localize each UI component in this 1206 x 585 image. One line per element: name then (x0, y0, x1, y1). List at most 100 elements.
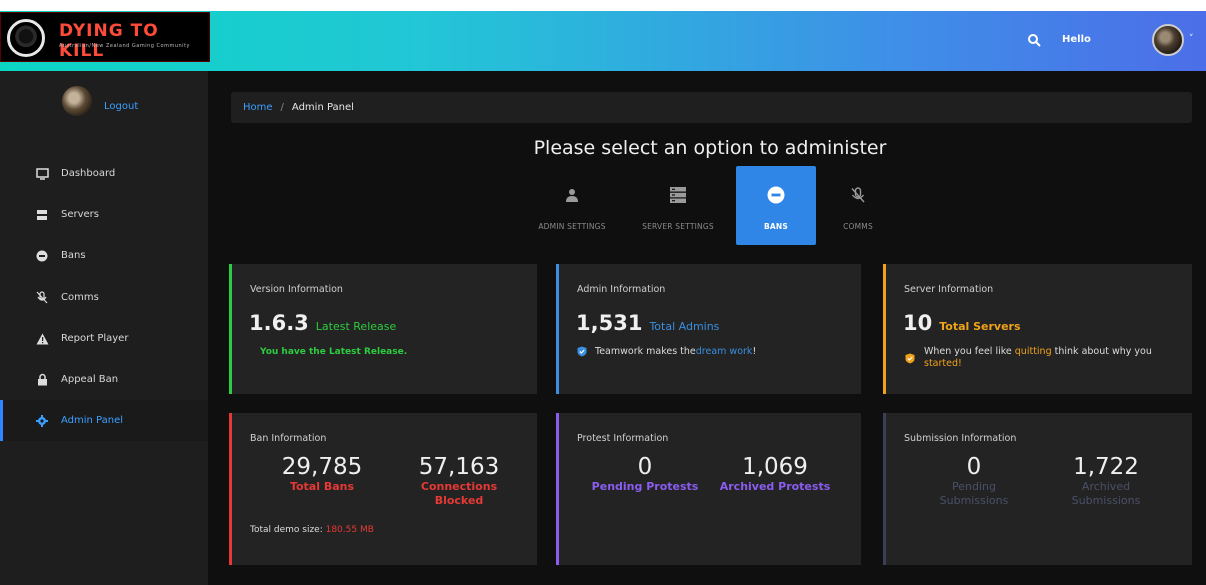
sidebar-item-label: Bans (61, 250, 86, 261)
sidebar-item-label: Admin Panel (61, 415, 124, 426)
option-comms[interactable]: COMMS (818, 166, 898, 245)
sidebar-item-label: Servers (61, 209, 100, 220)
site-logo[interactable]: DYING TO KILL Australian/New Zealand Gam… (0, 12, 210, 62)
ban-card: Ban Information 29,785 Total Bans 57,163… (229, 413, 537, 565)
connections-blocked-label-2: Blocked (434, 494, 484, 507)
card-title: Version Information (250, 284, 343, 295)
server-message: When you feel like quitting think about … (924, 346, 1189, 370)
pending-submissions-label-1[interactable]: Pending (914, 480, 1034, 494)
total-bans-label: Total Bans (289, 480, 355, 493)
total-bans-stat: 29,785 Total Bans (262, 454, 382, 494)
shield-check-icon (905, 353, 915, 364)
sidebar-item-admin-panel[interactable]: Admin Panel (0, 400, 208, 441)
warning-icon (35, 332, 49, 346)
server-row: 10 Total Servers (903, 311, 1021, 335)
version-card: Version Information 1.6.3 Latest Release… (229, 264, 537, 394)
hello-greeting: Hello (1062, 34, 1091, 45)
option-label: ADMIN SETTINGS (538, 222, 606, 231)
admin-label: Total Admins (649, 320, 720, 333)
shield-check-icon (577, 346, 587, 357)
monitor-icon (35, 167, 49, 181)
page-title: Please select an option to administer (533, 137, 887, 159)
sidebar-item-appeal-ban[interactable]: Appeal Ban (0, 359, 208, 400)
sidebar-item-comms[interactable]: Comms (0, 277, 208, 318)
pending-protests-stat: 0 Pending Protests (581, 454, 709, 494)
ban-icon (35, 249, 49, 263)
ban-icon (767, 186, 785, 204)
sidebar-item-label: Appeal Ban (61, 374, 119, 385)
breadcrumb-current: Admin Panel (291, 102, 354, 113)
option-admin-settings[interactable]: ADMIN SETTINGS (532, 166, 612, 245)
server-icon (669, 186, 687, 204)
demo-size-label: Total demo size: (250, 525, 326, 535)
logo-title: DYING TO KILL (59, 21, 159, 61)
sidebar-item-label: Comms (61, 292, 99, 303)
sidebar-item-bans[interactable]: Bans (0, 235, 208, 276)
chevron-down-icon[interactable]: ˅ (1189, 34, 1194, 44)
pending-protests-label[interactable]: Pending Protests (581, 480, 709, 494)
breadcrumb-separator: / (280, 102, 284, 113)
mic-off-icon (35, 291, 49, 305)
option-bans[interactable]: BANS (736, 166, 816, 245)
skull-logo-icon (7, 19, 45, 57)
version-label: Latest Release (315, 320, 397, 333)
card-title: Server Information (904, 284, 994, 295)
gear-icon (35, 414, 49, 428)
mic-off-icon (849, 186, 867, 204)
version-row: 1.6.3 Latest Release (249, 311, 396, 335)
card-title: Protest Information (577, 433, 669, 444)
admin-message: Teamwork makes the dream work ! (577, 346, 756, 357)
option-server-settings[interactable]: SERVER SETTINGS (638, 166, 718, 245)
user-icon (563, 186, 581, 204)
admin-count: 1,531 (576, 311, 643, 335)
server-message-end[interactable]: started! (924, 358, 962, 369)
demo-size-value: 180.55 MB (325, 525, 374, 535)
archived-submissions-label-1[interactable]: Archived (1046, 480, 1166, 494)
card-title: Ban Information (250, 433, 327, 444)
pending-submissions-stat: 0 Pending Submissions (914, 454, 1034, 508)
server-message-link[interactable]: quitting (1015, 346, 1052, 357)
card-title: Admin Information (577, 284, 666, 295)
breadcrumb: Home / Admin Panel (231, 92, 1192, 123)
lock-icon (35, 373, 49, 387)
connections-blocked-value: 57,163 (418, 454, 500, 480)
archived-protests-label[interactable]: Archived Protests (711, 480, 839, 494)
admin-message-link[interactable]: dream work (696, 346, 753, 357)
option-label: SERVER SETTINGS (642, 222, 714, 231)
archived-submissions-label-2[interactable]: Submissions (1046, 494, 1166, 508)
pending-submissions-value: 0 (966, 454, 982, 480)
admin-message-end: ! (752, 346, 757, 357)
user-avatar[interactable] (1152, 24, 1184, 56)
version-value: 1.6.3 (249, 311, 309, 335)
logout-link[interactable]: Logout (104, 101, 138, 112)
server-label: Total Servers (939, 320, 1021, 333)
server-count: 10 (903, 311, 933, 335)
option-label: COMMS (843, 222, 873, 231)
option-label: BANS (764, 222, 788, 231)
sidebar-item-report-player[interactable]: Report Player (0, 318, 208, 359)
sidebar-item-label: Dashboard (61, 168, 116, 179)
search-icon[interactable] (1027, 33, 1041, 47)
archived-submissions-value: 1,722 (1073, 454, 1139, 480)
server-icon (35, 208, 49, 222)
card-title: Submission Information (904, 433, 1017, 444)
archived-protests-value: 1,069 (742, 454, 808, 480)
version-message: You have the Latest Release. (260, 347, 408, 357)
top-strip (0, 0, 1206, 11)
pending-submissions-label-2[interactable]: Submissions (914, 494, 1034, 508)
sidebar-item-label: Report Player (61, 333, 129, 344)
demo-size: Total demo size: 180.55 MB (250, 525, 374, 535)
pending-protests-value: 0 (637, 454, 653, 480)
connections-blocked-label-1: Connections (420, 480, 498, 493)
sidebar-item-servers[interactable]: Servers (0, 194, 208, 235)
sidebar-item-dashboard[interactable]: Dashboard (0, 153, 208, 194)
protest-card: Protest Information 0 Pending Protests 1… (556, 413, 861, 565)
sidebar-avatar (62, 86, 92, 116)
archived-protests-stat: 1,069 Archived Protests (711, 454, 839, 494)
breadcrumb-home-link[interactable]: Home (243, 102, 273, 113)
admin-message-text: Teamwork makes the (595, 346, 696, 357)
connections-blocked-stat: 57,163 Connections Blocked (399, 454, 519, 508)
logo-subtitle: Australian/New Zealand Gaming Community (59, 43, 190, 49)
server-message-text: When you feel like (924, 346, 1015, 357)
admin-card: Admin Information 1,531 Total Admins Tea… (556, 264, 861, 394)
